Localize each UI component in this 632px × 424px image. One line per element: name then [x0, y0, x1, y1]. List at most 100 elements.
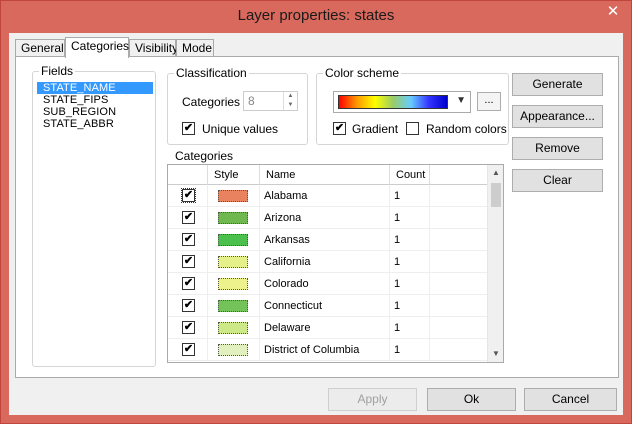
tab-visibility[interactable]: Visibility: [129, 39, 178, 57]
header-count[interactable]: Count: [390, 165, 430, 185]
row-style-cell[interactable]: [208, 185, 260, 207]
row-name[interactable]: Alabama: [260, 185, 390, 207]
row-style-cell[interactable]: [208, 229, 260, 251]
row-checkbox[interactable]: ✔: [182, 299, 195, 312]
categories-count-stepper[interactable]: 8 ▲ ▼: [243, 91, 298, 111]
categories-count-label: Categories: [182, 95, 241, 109]
unique-values-checkbox[interactable]: ✔: [182, 122, 195, 135]
style-swatch[interactable]: [218, 256, 248, 268]
row-count: 1: [390, 251, 430, 273]
row-name[interactable]: Colorado: [260, 273, 390, 295]
tab-mode[interactable]: Mode: [176, 39, 214, 57]
row-checkbox[interactable]: ✔: [182, 321, 195, 334]
color-scheme-label: Color scheme: [323, 66, 402, 80]
tab-general[interactable]: General: [15, 39, 65, 57]
fields-label: Fields: [39, 64, 76, 78]
style-swatch[interactable]: [218, 212, 248, 224]
grid-header: Style Name Count: [168, 165, 488, 185]
row-check-cell: ✔: [168, 229, 208, 251]
style-swatch[interactable]: [218, 344, 248, 356]
scroll-thumb[interactable]: [491, 183, 501, 207]
header-name[interactable]: Name: [260, 165, 390, 185]
row-checkbox[interactable]: ✔: [182, 343, 195, 356]
row-count: 1: [390, 317, 430, 339]
row-style-cell[interactable]: [208, 317, 260, 339]
grid-scrollbar[interactable]: ▲ ▼: [487, 165, 503, 362]
remove-button[interactable]: Remove: [512, 137, 603, 160]
row-check-cell: ✔: [168, 317, 208, 339]
layer-properties-window: Layer properties: states ✕ General Categ…: [0, 0, 632, 424]
row-checkbox[interactable]: ✔: [181, 188, 196, 203]
row-check-cell: ✔: [168, 339, 208, 361]
style-swatch[interactable]: [218, 322, 248, 334]
random-colors-checkbox[interactable]: [406, 122, 419, 135]
row-count: 1: [390, 273, 430, 295]
color-ramp-swatch: [338, 95, 448, 109]
table-row[interactable]: ✔ Alabama 1: [168, 185, 488, 207]
unique-values-label: Unique values: [202, 122, 279, 136]
row-checkbox[interactable]: ✔: [182, 211, 195, 224]
title-bar[interactable]: Layer properties: states ✕: [1, 1, 631, 33]
row-check-cell: ✔: [168, 185, 208, 207]
scroll-down-icon[interactable]: ▼: [488, 346, 503, 362]
style-swatch[interactable]: [218, 278, 248, 290]
ok-button[interactable]: Ok: [427, 388, 516, 411]
cancel-button[interactable]: Cancel: [524, 388, 617, 411]
row-count: 1: [390, 207, 430, 229]
row-name[interactable]: District of Columbia: [260, 339, 390, 361]
spin-up-icon[interactable]: ▲: [284, 92, 297, 101]
style-swatch[interactable]: [218, 190, 248, 202]
table-row[interactable]: ✔ Colorado 1: [168, 273, 488, 295]
row-check-cell: ✔: [168, 273, 208, 295]
row-checkbox[interactable]: ✔: [182, 277, 195, 290]
color-scheme-more-button[interactable]: ...: [477, 92, 501, 111]
scroll-up-icon[interactable]: ▲: [488, 165, 503, 181]
style-swatch[interactable]: [218, 300, 248, 312]
classification-label: Classification: [174, 66, 249, 80]
categories-count-value: 8: [248, 94, 255, 108]
row-name[interactable]: California: [260, 251, 390, 273]
table-row[interactable]: ✔ Arizona 1: [168, 207, 488, 229]
random-colors-label: Random colors: [426, 122, 507, 136]
list-item[interactable]: SUB_REGION: [37, 106, 153, 118]
close-icon[interactable]: ✕: [599, 1, 627, 21]
chevron-down-icon[interactable]: ▼: [456, 95, 466, 106]
list-item[interactable]: STATE_ABBR: [37, 118, 153, 130]
style-swatch[interactable]: [218, 234, 248, 246]
row-style-cell[interactable]: [208, 273, 260, 295]
list-item[interactable]: STATE_FIPS: [37, 94, 153, 106]
row-style-cell[interactable]: [208, 207, 260, 229]
row-name[interactable]: Connecticut: [260, 295, 390, 317]
table-row[interactable]: ✔ Delaware 1: [168, 317, 488, 339]
spin-down-icon[interactable]: ▼: [284, 101, 297, 110]
color-scheme-group: Color scheme ▼ ... ✔ Gradient Random col…: [316, 66, 509, 145]
list-item[interactable]: STATE_NAME: [37, 82, 153, 94]
gradient-checkbox[interactable]: ✔: [333, 122, 346, 135]
header-check: [168, 165, 208, 185]
row-check-cell: ✔: [168, 251, 208, 273]
row-style-cell[interactable]: [208, 339, 260, 361]
appearance-button[interactable]: Appearance...: [512, 105, 603, 128]
categories-grid[interactable]: Style Name Count ✔ Alabama 1 ✔ Arizona 1 ✔ Arka…: [167, 164, 504, 363]
table-row[interactable]: ✔ Arkansas 1: [168, 229, 488, 251]
row-count: 1: [390, 185, 430, 207]
color-scheme-dropdown[interactable]: ▼: [333, 91, 471, 113]
table-row[interactable]: ✔ California 1: [168, 251, 488, 273]
table-row[interactable]: ✔ Connecticut 1: [168, 295, 488, 317]
table-row[interactable]: ✔ District of Columbia 1: [168, 339, 488, 361]
row-name[interactable]: Delaware: [260, 317, 390, 339]
tab-categories[interactable]: Categories: [65, 37, 129, 58]
fields-list[interactable]: STATE_NAME STATE_FIPS SUB_REGION STATE_A…: [37, 82, 153, 130]
row-name[interactable]: Arkansas: [260, 229, 390, 251]
row-style-cell[interactable]: [208, 295, 260, 317]
row-name[interactable]: Arizona: [260, 207, 390, 229]
row-checkbox[interactable]: ✔: [182, 233, 195, 246]
header-style[interactable]: Style: [208, 165, 260, 185]
generate-button[interactable]: Generate: [512, 73, 603, 96]
row-style-cell[interactable]: [208, 251, 260, 273]
apply-button[interactable]: Apply: [328, 388, 417, 411]
row-checkbox[interactable]: ✔: [182, 255, 195, 268]
row-count: 1: [390, 229, 430, 251]
clear-button[interactable]: Clear: [512, 169, 603, 192]
row-count: 1: [390, 339, 430, 361]
